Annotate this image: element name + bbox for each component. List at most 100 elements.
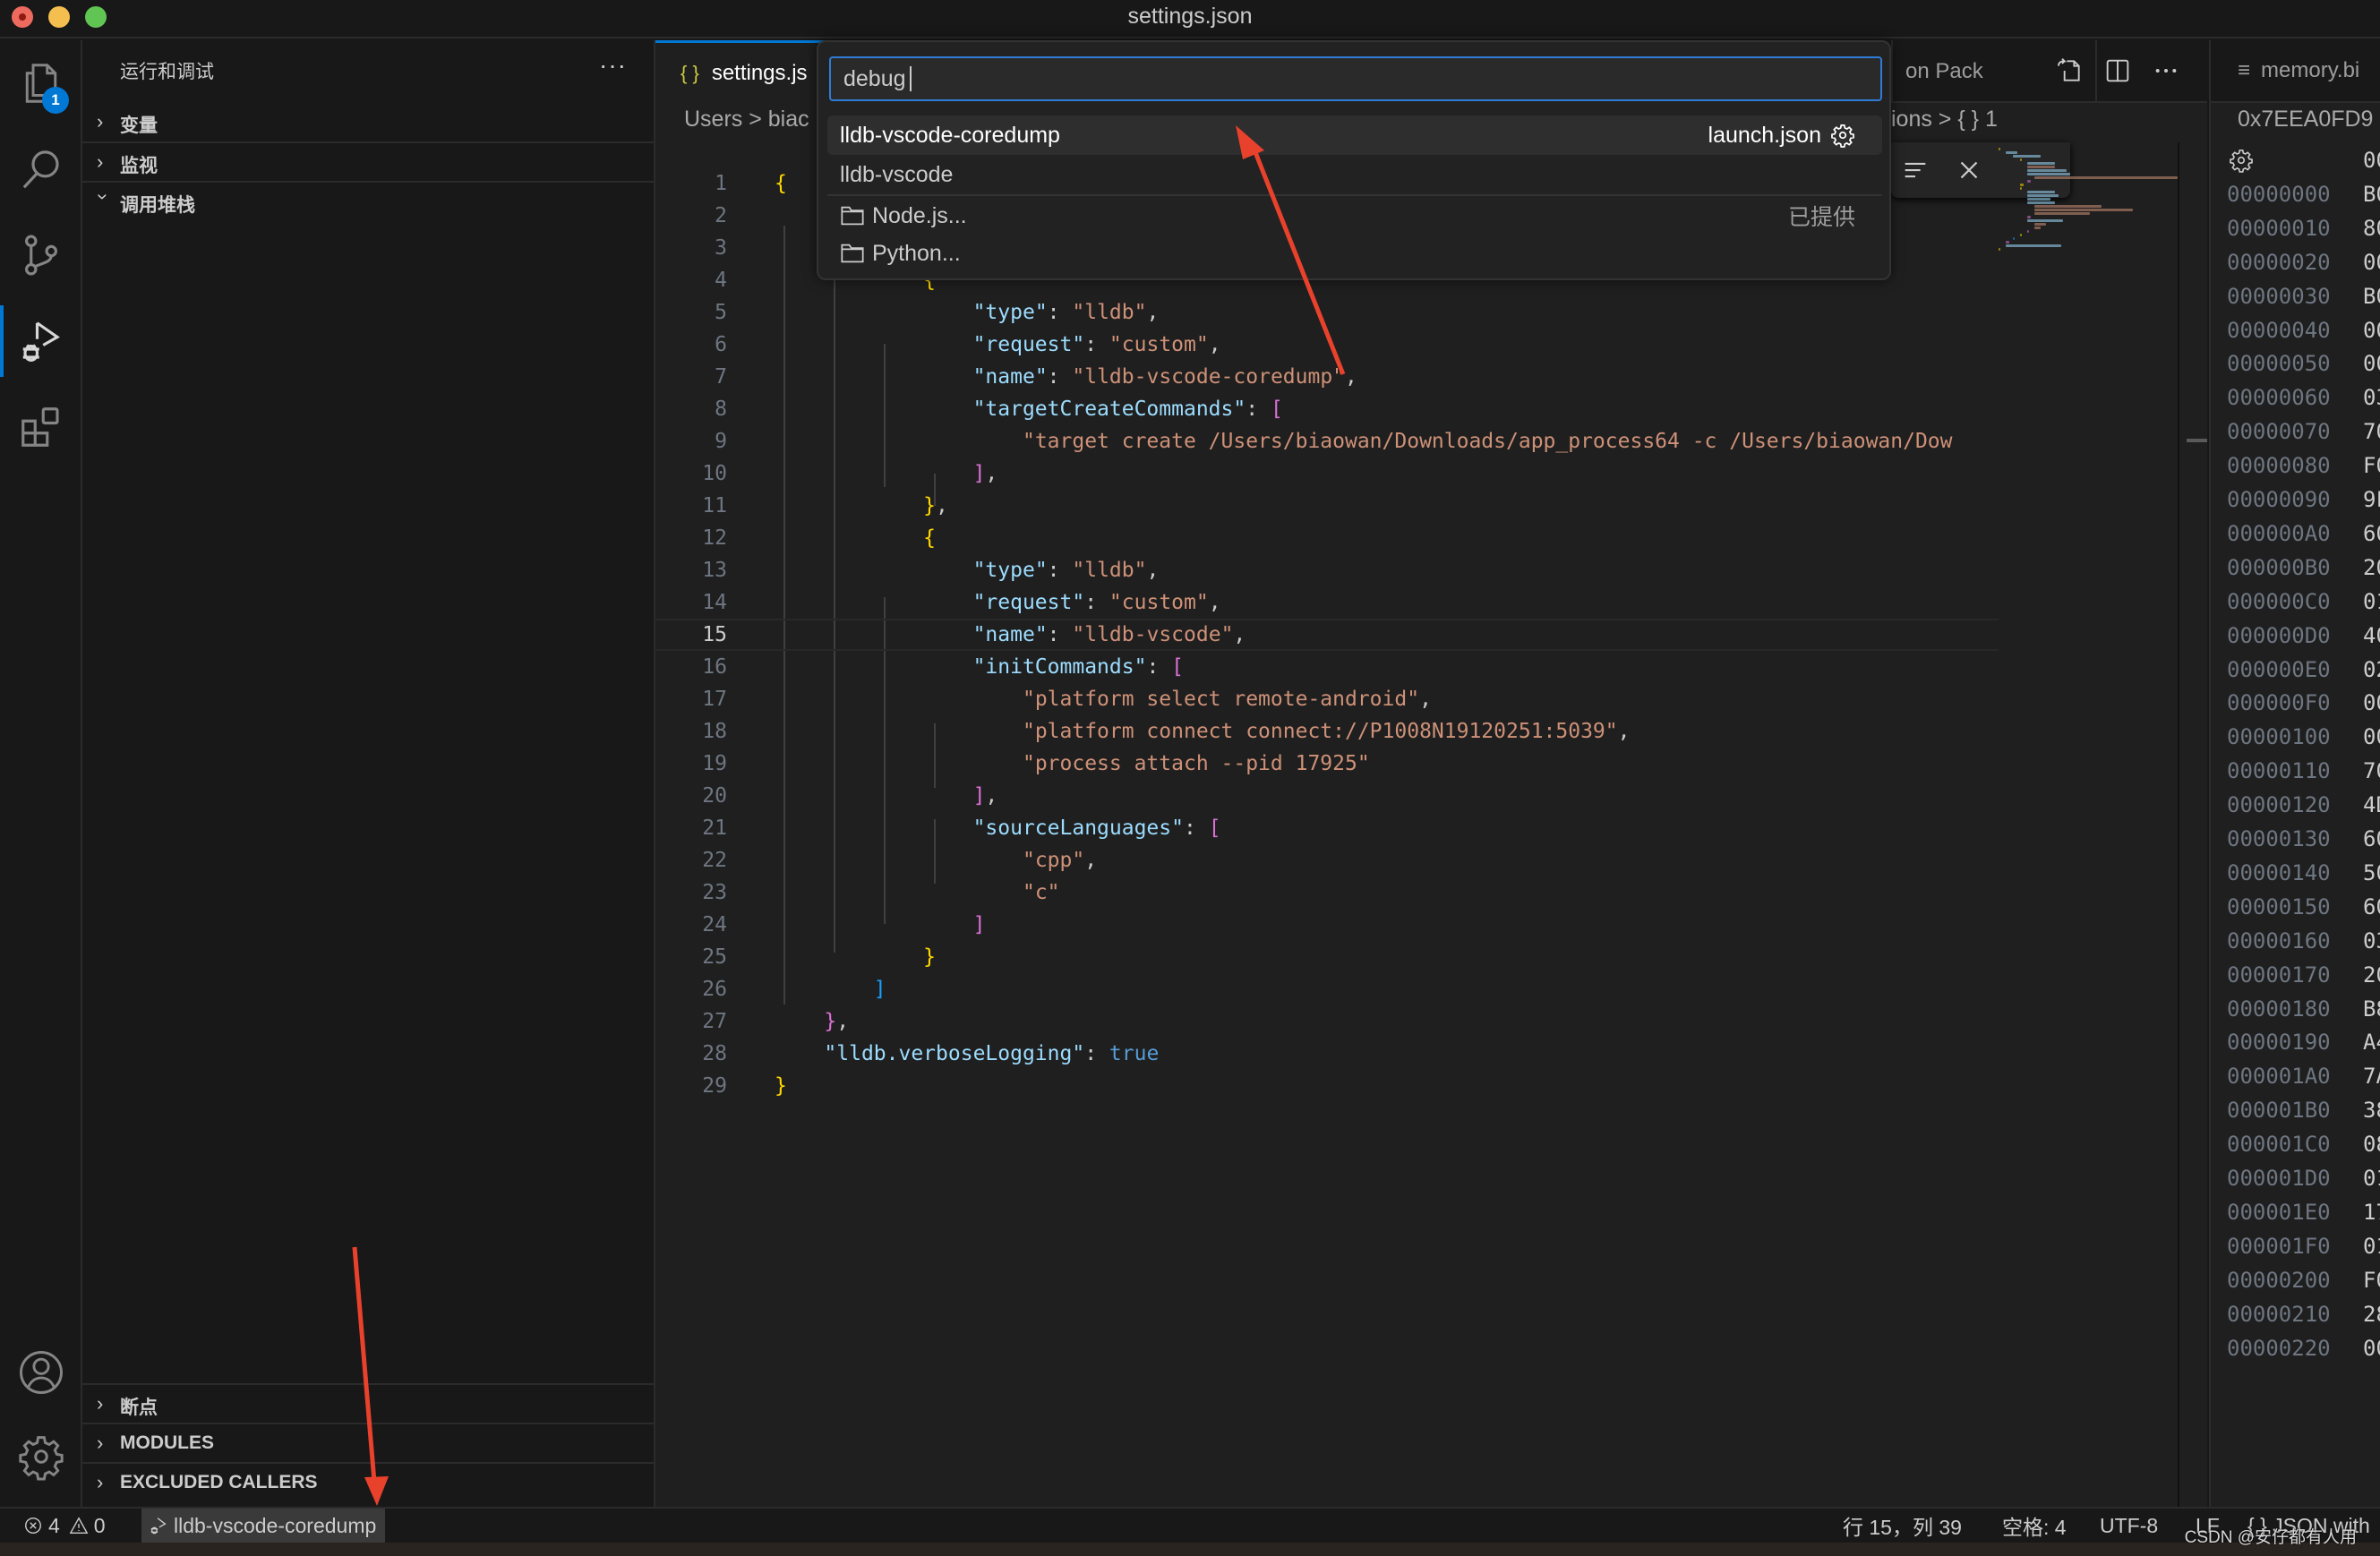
quick-pick-item-nodejs[interactable]: Node.js... 已提供: [827, 196, 1882, 235]
indent-status[interactable]: 空格: 4: [2002, 1509, 2067, 1543]
hex-row[interactable]: 00000020 00: [2211, 245, 2380, 279]
hex-byte[interactable]: 00: [2363, 351, 2380, 376]
hex-byte[interactable]: 40: [2363, 623, 2380, 648]
hex-byte[interactable]: 17: [2363, 1200, 2380, 1225]
quick-pick-input[interactable]: debug: [829, 56, 1882, 101]
hex-byte[interactable]: A4: [2363, 1030, 2380, 1055]
section-excluded-callers[interactable]: › EXCLUDED CALLERS: [82, 1462, 654, 1501]
hex-row[interactable]: 00000130 60: [2211, 822, 2380, 856]
hex-row[interactable]: 00000200 F0: [2211, 1263, 2380, 1297]
scrollbar-thumb[interactable]: [2187, 439, 2207, 442]
hex-byte[interactable]: 01: [2363, 589, 2380, 614]
hex-byte[interactable]: B0: [2363, 284, 2380, 309]
hex-row[interactable]: 00000140 50: [2211, 856, 2380, 890]
hex-byte[interactable]: 01: [2363, 1234, 2380, 1259]
hex-byte[interactable]: B0: [2363, 182, 2380, 207]
tab-memory-bin[interactable]: ≡ memory.bi: [2211, 40, 2380, 103]
activity-accounts[interactable]: [0, 1329, 82, 1415]
cursor-position-status[interactable]: 行 15，列 39: [1843, 1509, 1962, 1543]
hex-row[interactable]: 000001E0 17: [2211, 1195, 2380, 1229]
hex-byte[interactable]: 60: [2363, 521, 2380, 546]
hex-byte[interactable]: F0: [2363, 1268, 2380, 1293]
hex-byte[interactable]: 9F: [2363, 487, 2380, 512]
hex-row[interactable]: 00000010 80: [2211, 211, 2380, 245]
hex-byte[interactable]: F0: [2363, 453, 2380, 478]
hex-byte[interactable]: 80: [2363, 216, 2380, 241]
hex-row[interactable]: 000001F0 01: [2211, 1229, 2380, 1263]
hex-row[interactable]: 000000C0 01: [2211, 585, 2380, 619]
section-variables[interactable]: › 变量: [82, 103, 654, 142]
hex-byte[interactable]: 00: [2363, 690, 2380, 715]
hex-row[interactable]: 00000100 00: [2211, 720, 2380, 754]
hex-byte[interactable]: 4D: [2363, 792, 2380, 817]
hex-byte[interactable]: 20: [2363, 962, 2380, 987]
hex-row[interactable]: 00000040 00: [2211, 313, 2380, 347]
gear-icon[interactable]: [2229, 148, 2254, 173]
hex-byte[interactable]: 38: [2363, 1098, 2380, 1123]
hex-byte[interactable]: 01: [2363, 1166, 2380, 1191]
hex-row[interactable]: 000001A0 7A: [2211, 1059, 2380, 1093]
hex-byte[interactable]: B8: [2363, 996, 2380, 1022]
hex-byte[interactable]: 60: [2363, 894, 2380, 919]
hex-row[interactable]: 00000150 60: [2211, 890, 2380, 924]
hex-row[interactable]: 00000080 F0: [2211, 449, 2380, 483]
split-editor-icon[interactable]: [2103, 56, 2132, 85]
activity-explorer[interactable]: 1: [0, 40, 82, 126]
hex-byte[interactable]: 00: [2363, 250, 2380, 275]
hex-row[interactable]: 000001B0 38: [2211, 1093, 2380, 1127]
hex-byte[interactable]: 02: [2363, 657, 2380, 682]
hex-row[interactable]: 00000070 70: [2211, 415, 2380, 449]
hex-row[interactable]: 000000E0 02: [2211, 653, 2380, 687]
hex-byte[interactable]: 03: [2363, 928, 2380, 953]
hex-row[interactable]: 00000050 00: [2211, 346, 2380, 380]
activity-run-debug[interactable]: [0, 298, 82, 384]
hex-row[interactable]: 00000000 B0: [2211, 177, 2380, 211]
hex-row[interactable]: 00000160 03: [2211, 924, 2380, 958]
section-watch[interactable]: › 监视: [82, 141, 654, 181]
hex-byte[interactable]: 70: [2363, 419, 2380, 444]
hex-row[interactable]: 000001D0 01: [2211, 1161, 2380, 1195]
hex-row[interactable]: 000000A0 60: [2211, 517, 2380, 551]
hex-row[interactable]: 00000210 28: [2211, 1297, 2380, 1331]
more-icon[interactable]: [2152, 56, 2180, 85]
quick-pick-item-python[interactable]: Python...: [827, 234, 1882, 273]
minimap[interactable]: [1999, 142, 2187, 1507]
hex-row[interactable]: 00000060 03: [2211, 380, 2380, 415]
hex-byte[interactable]: 20: [2363, 555, 2380, 580]
quick-pick-item-lldb-vscode-coredump[interactable]: lldb-vscode-coredump launch.json: [827, 115, 1882, 155]
hex-byte[interactable]: 00: [2363, 724, 2380, 749]
open-settings-json-icon[interactable]: [2055, 56, 2084, 85]
gear-icon[interactable]: [1830, 123, 1855, 148]
hex-byte[interactable]: 50: [2363, 860, 2380, 885]
more-actions-button[interactable]: ···: [599, 51, 627, 80]
activity-manage[interactable]: [0, 1414, 82, 1500]
hex-byte[interactable]: 03: [2363, 385, 2380, 410]
activity-search[interactable]: [0, 126, 82, 212]
hex-row[interactable]: 000001C0 08: [2211, 1127, 2380, 1161]
hex-row[interactable]: 00000090 9F: [2211, 483, 2380, 517]
hex-row[interactable]: 00000110 70: [2211, 754, 2380, 788]
hex-byte[interactable]: 00: [2363, 318, 2380, 343]
activity-extensions[interactable]: [0, 384, 82, 470]
hex-row[interactable]: 00000220 00: [2211, 1331, 2380, 1365]
debug-config-status[interactable]: lldb-vscode-coredump: [141, 1509, 386, 1543]
quick-pick-item-lldb-vscode[interactable]: lldb-vscode: [827, 155, 1882, 194]
hex-byte[interactable]: 7A: [2363, 1064, 2380, 1089]
hex-row[interactable]: 00000030 B0: [2211, 279, 2380, 313]
hex-row[interactable]: 000000B0 20: [2211, 551, 2380, 585]
section-call-stack[interactable]: › 调用堆栈: [82, 181, 654, 220]
hex-row[interactable]: 000000F0 00: [2211, 686, 2380, 720]
encoding-status[interactable]: UTF-8: [2100, 1509, 2158, 1543]
hex-row[interactable]: 00000120 4D: [2211, 788, 2380, 822]
hex-byte[interactable]: 00: [2363, 1336, 2380, 1361]
code-editor[interactable]: 1{ 2 3 "configurations": [ 4 { 5 "type":…: [655, 98, 1999, 1369]
problems-status[interactable]: 4 0: [23, 1509, 106, 1543]
hex-byte[interactable]: 60: [2363, 826, 2380, 851]
hex-byte[interactable]: 70: [2363, 758, 2380, 783]
section-breakpoints[interactable]: › 断点: [82, 1383, 654, 1423]
hex-row[interactable]: 000000D0 40: [2211, 619, 2380, 653]
hex-byte[interactable]: 08: [2363, 1132, 2380, 1157]
hex-row[interactable]: 00000180 B8: [2211, 992, 2380, 1026]
hex-row[interactable]: 00000190 A4: [2211, 1025, 2380, 1059]
activity-source-control[interactable]: [0, 212, 82, 298]
